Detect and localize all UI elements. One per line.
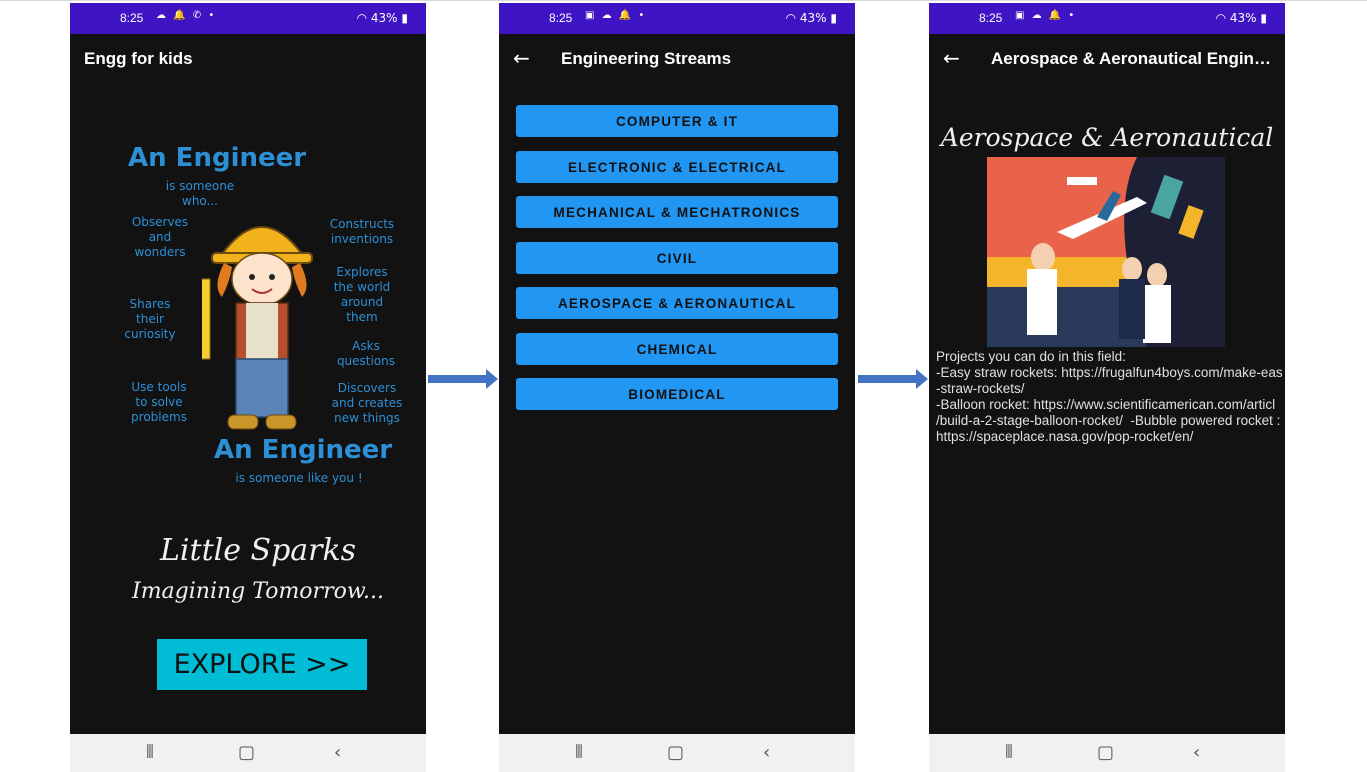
status-right: ◠ 43% ▮ — [786, 11, 837, 25]
poster-item-observes: Observes and wonders — [131, 215, 189, 259]
status-bar: 8:25 ▣ ☁ 🔔 • ◠ 43% ▮ — [929, 3, 1285, 34]
wifi-icon: ◠ — [356, 11, 368, 25]
stream-button-computer-it[interactable]: COMPUTER & IT — [516, 105, 838, 137]
battery-text: 43% — [799, 11, 827, 25]
phone-screen-home: 8:25 ☁ 🔔 ✆ • ◠ 43% ▮ Engg for kids An En… — [70, 3, 426, 772]
page-title: Engg for kids — [84, 49, 193, 68]
aerospace-illustration — [987, 157, 1225, 347]
stream-button-mechanical[interactable]: MECHANICAL & MECHATRONICS — [516, 196, 838, 228]
page-title: Engineering Streams — [561, 49, 732, 68]
poster-sub-bottom: is someone like you ! — [235, 471, 363, 485]
flow-arrow-2 — [858, 369, 928, 389]
stream-button-biomedical[interactable]: BIOMEDICAL — [516, 378, 838, 410]
battery-icon: ▮ — [830, 11, 837, 25]
explore-button[interactable]: EXPLORE >> — [157, 639, 367, 690]
stream-button-electronic-electrical[interactable]: ELECTRONIC & ELECTRICAL — [516, 151, 838, 183]
top-border — [0, 0, 1367, 1]
phone-screen-aerospace: 8:25 ▣ ☁ 🔔 • ◠ 43% ▮ ← Aerospace & Aeron… — [929, 3, 1285, 772]
android-nav-bar: ⦀ ▢ ‹ — [499, 734, 855, 772]
flow-arrow-1 — [428, 369, 498, 389]
poster-item-explores: Explores the world around them — [333, 265, 391, 324]
battery-icon: ▮ — [1260, 11, 1267, 25]
page-title: Aerospace & Aeronautical Engine... — [991, 49, 1271, 68]
home-icon[interactable]: ▢ — [238, 742, 255, 763]
tagline-imagining-tomorrow: Imagining Tomorrow... — [132, 579, 385, 604]
engineer-poster: An Engineer is someone who... Observes a… — [110, 133, 402, 493]
status-bar: 8:25 ▣ ☁ 🔔 • ◠ 43% ▮ — [499, 3, 855, 34]
back-arrow-icon[interactable]: ← — [943, 46, 960, 70]
back-nav-icon[interactable]: ‹ — [763, 742, 770, 763]
aerospace-heading: Aerospace & Aeronautical — [940, 123, 1274, 152]
stream-button-aerospace[interactable]: AEROSPACE & AERONAUTICAL — [516, 287, 838, 319]
recent-apps-icon[interactable]: ⦀ — [1005, 742, 1013, 763]
status-right: ◠ 43% ▮ — [357, 11, 408, 25]
status-bar: 8:25 ☁ 🔔 ✆ • ◠ 43% ▮ — [70, 3, 426, 34]
back-arrow-icon[interactable]: ← — [513, 46, 530, 70]
notification-icons: ▣ ☁ 🔔 • — [1015, 10, 1077, 21]
notification-icons: ▣ ☁ 🔔 • — [585, 10, 647, 21]
status-time: 8:25 — [120, 11, 144, 25]
battery-text: 43% — [370, 11, 398, 25]
status-right: ◠ 43% ▮ — [1216, 11, 1267, 25]
engineer-girl-illustration — [202, 226, 313, 430]
stream-button-civil[interactable]: CIVIL — [516, 242, 838, 274]
tagline-little-sparks: Little Sparks — [160, 533, 357, 568]
back-nav-icon[interactable]: ‹ — [334, 742, 341, 763]
stream-button-chemical[interactable]: CHEMICAL — [516, 333, 838, 365]
projects-text: Projects you can do in this field: -Easy… — [936, 349, 1283, 444]
back-nav-icon[interactable]: ‹ — [1193, 742, 1200, 763]
app-bar: Engg for kids — [70, 34, 426, 84]
home-icon[interactable]: ▢ — [1097, 742, 1114, 763]
poster-item-constructs: Constructs inventions — [329, 217, 395, 246]
wifi-icon: ◠ — [1215, 11, 1227, 25]
poster-item-discovers: Discovers and creates new things — [331, 381, 403, 425]
battery-text: 43% — [1229, 11, 1257, 25]
app-bar: ← Engineering Streams — [499, 34, 855, 84]
poster-item-tools: Use tools to solve problems — [131, 380, 187, 424]
home-icon[interactable]: ▢ — [667, 742, 684, 763]
recent-apps-icon[interactable]: ⦀ — [575, 742, 583, 763]
poster-heading-top: An Engineer — [128, 143, 307, 173]
wifi-icon: ◠ — [785, 11, 797, 25]
android-nav-bar: ⦀ ▢ ‹ — [929, 734, 1285, 772]
status-time: 8:25 — [979, 11, 1003, 25]
phone-screen-streams: 8:25 ▣ ☁ 🔔 • ◠ 43% ▮ ← Engineering Strea… — [499, 3, 855, 772]
app-bar: ← Aerospace & Aeronautical Engine... — [929, 34, 1285, 84]
notification-icons: ☁ 🔔 ✆ • — [156, 10, 217, 21]
poster-item-shares: Shares their curiosity — [124, 297, 176, 341]
battery-icon: ▮ — [401, 11, 408, 25]
status-time: 8:25 — [549, 11, 573, 25]
recent-apps-icon[interactable]: ⦀ — [146, 742, 154, 763]
poster-heading-bottom: An Engineer — [214, 435, 393, 465]
android-nav-bar: ⦀ ▢ ‹ — [70, 734, 426, 772]
poster-item-asks: Asks questions — [336, 339, 396, 368]
